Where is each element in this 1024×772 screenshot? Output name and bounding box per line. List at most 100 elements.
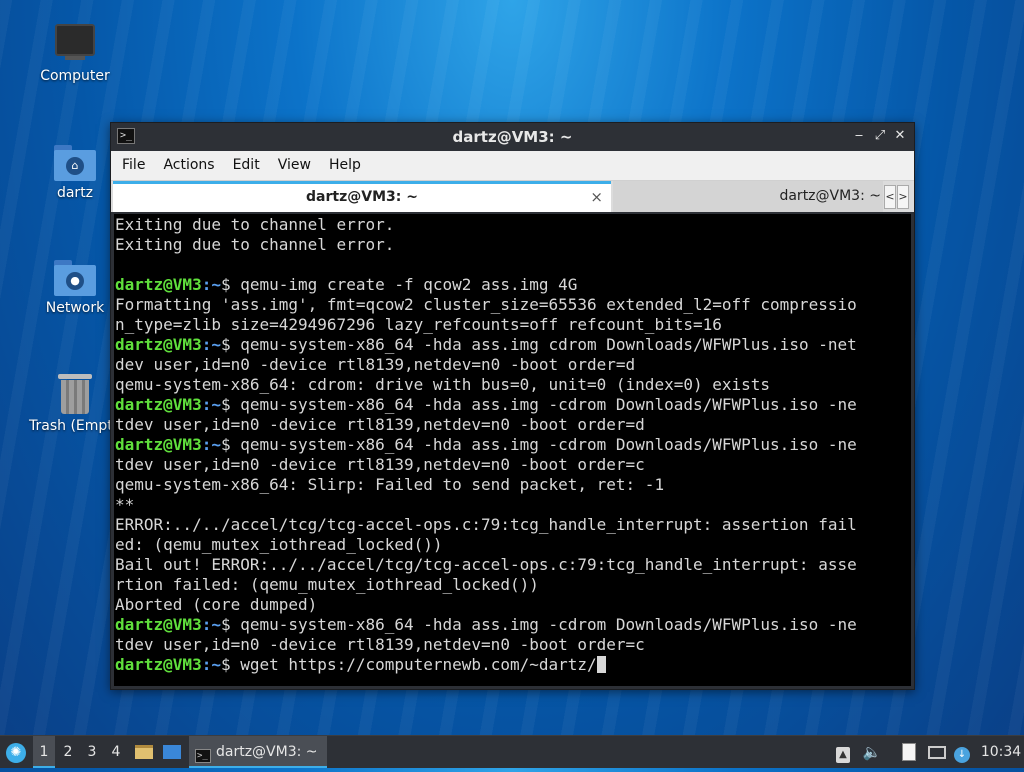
removable-media-button[interactable]: ▲ bbox=[832, 736, 854, 768]
prompt-path: :~ bbox=[201, 335, 221, 354]
terminal-window: >_ dartz@VM3: ~ ‒ ⤢ ✕ File Actions Edit Vie… bbox=[110, 122, 915, 690]
command-text: qemu-system-x86_64 -hda ass.img -cdrom D… bbox=[230, 395, 857, 414]
show-desktop-icon bbox=[163, 745, 181, 759]
command-text: qemu-system-x86_64 -hda ass.img cdrom Do… bbox=[230, 335, 857, 354]
prompt-sign: $ bbox=[220, 435, 231, 454]
prompt-user: dartz@VM3 bbox=[115, 335, 202, 354]
command-text: wget https://computernewb.com/~dartz/ bbox=[230, 655, 597, 674]
tab-label: dartz@VM3: ~ bbox=[779, 188, 881, 204]
text-cursor bbox=[596, 656, 606, 673]
window-titlebar[interactable]: >_ dartz@VM3: ~ ‒ ⤢ ✕ bbox=[111, 123, 914, 151]
terminal-output-line: tdev user,id=n0 -device rtl8139,netdev=n… bbox=[115, 455, 645, 474]
update-icon: ↓ bbox=[954, 747, 970, 763]
terminal-command-line: dartz@VM3:~$ qemu-system-x86_64 -hda ass… bbox=[115, 335, 911, 355]
terminal-output-line: tdev user,id=n0 -device rtl8139,netdev=n… bbox=[115, 635, 645, 654]
terminal-command-line: dartz@VM3:~$ wget https://computernewb.c… bbox=[115, 655, 911, 675]
workspace-4[interactable]: 4 bbox=[105, 736, 127, 768]
tab-bar: dartz@VM3: ~ × dartz@VM3: ~ < > bbox=[111, 181, 914, 212]
close-button[interactable]: ✕ bbox=[891, 127, 909, 145]
volume-icon: 🔈 bbox=[862, 743, 882, 761]
terminal-text: Exiting due to channel error. Exiting due… bbox=[114, 214, 911, 675]
workspace-1[interactable]: 1 bbox=[33, 736, 55, 768]
file-manager-icon bbox=[135, 745, 153, 759]
computer-icon bbox=[55, 24, 95, 60]
prompt-path: :~ bbox=[201, 275, 221, 294]
menu-view[interactable]: View bbox=[269, 151, 320, 180]
desktop-icon-computer[interactable]: Computer bbox=[27, 24, 123, 84]
taskbar: ✺ 1 2 3 4 >_ dartz@VM3: ~ ▲ 🔈 ↓ 10:34 bbox=[0, 735, 1024, 768]
desktop-icon-label: Network bbox=[45, 300, 105, 316]
prompt-sign: $ bbox=[220, 335, 231, 354]
start-menu-button[interactable]: ✺ bbox=[4, 736, 28, 768]
network-folder-icon: ● bbox=[54, 260, 96, 296]
clock[interactable]: 10:34 bbox=[980, 736, 1022, 768]
prompt-sign: $ bbox=[220, 655, 231, 674]
menu-actions[interactable]: Actions bbox=[154, 151, 223, 180]
menu-file[interactable]: File bbox=[111, 151, 154, 180]
file-manager-launcher[interactable] bbox=[132, 736, 156, 768]
prompt-user: dartz@VM3 bbox=[115, 655, 202, 674]
prompt-sign: $ bbox=[220, 275, 231, 294]
minimize-button[interactable]: ‒ bbox=[850, 127, 868, 145]
tab-inactive[interactable]: dartz@VM3: ~ bbox=[613, 181, 883, 212]
task-button-terminal[interactable]: >_ dartz@VM3: ~ bbox=[189, 736, 327, 768]
removable-media-icon: ▲ bbox=[836, 747, 850, 763]
command-text: qemu-system-x86_64 -hda ass.img -cdrom D… bbox=[230, 615, 857, 634]
tab-active[interactable]: dartz@VM3: ~ × bbox=[113, 181, 611, 212]
command-text: qemu-img create -f qcow2 ass.img 4G bbox=[230, 275, 578, 294]
terminal-output-line: Exiting due to channel error. bbox=[115, 235, 395, 254]
terminal-output-line: ERROR:../../accel/tcg/tcg-accel-ops.c:79… bbox=[115, 515, 857, 534]
terminal-output-line: rtion failed: (qemu_mutex_iothread_locke… bbox=[115, 575, 539, 594]
tab-scroll-right-button[interactable]: > bbox=[897, 185, 909, 209]
trash-icon bbox=[58, 374, 92, 414]
workspace-2[interactable]: 2 bbox=[57, 736, 79, 768]
volume-button[interactable]: 🔈 bbox=[861, 736, 883, 768]
clipboard-icon bbox=[902, 743, 916, 761]
terminal-output-line: dev user,id=n0 -device rtl8139,netdev=n0… bbox=[115, 355, 636, 374]
workspace-3[interactable]: 3 bbox=[81, 736, 103, 768]
menu-help[interactable]: Help bbox=[320, 151, 370, 180]
terminal-output[interactable]: Exiting due to channel error. Exiting due… bbox=[114, 214, 911, 686]
menu-edit[interactable]: Edit bbox=[224, 151, 269, 180]
prompt-path: :~ bbox=[201, 435, 221, 454]
terminal-command-line: dartz@VM3:~$ qemu-system-x86_64 -hda ass… bbox=[115, 615, 911, 635]
update-button[interactable]: ↓ bbox=[951, 736, 973, 768]
prompt-path: :~ bbox=[201, 395, 221, 414]
task-label: dartz@VM3: ~ bbox=[216, 744, 318, 760]
terminal-output-line: ed: (qemu_mutex_iothread_locked()) bbox=[115, 535, 443, 554]
terminal-icon: >_ bbox=[195, 749, 211, 763]
desktop-icon-network[interactable]: ● Network bbox=[27, 260, 123, 316]
home-folder-icon: ⌂ bbox=[54, 145, 96, 181]
window-title: dartz@VM3: ~ bbox=[452, 128, 573, 146]
terminal-output-line: Formatting 'ass.img', fmt=qcow2 cluster_… bbox=[115, 295, 857, 314]
terminal-command-line: dartz@VM3:~$ qemu-system-x86_64 -hda ass… bbox=[115, 395, 911, 415]
maximize-button[interactable]: ⤢ bbox=[871, 127, 889, 145]
network-icon bbox=[928, 746, 946, 759]
terminal-command-line: dartz@VM3:~$ qemu-system-x86_64 -hda ass… bbox=[115, 435, 911, 455]
prompt-user: dartz@VM3 bbox=[115, 435, 202, 454]
prompt-path: :~ bbox=[201, 615, 221, 634]
show-desktop-button[interactable] bbox=[160, 736, 184, 768]
desktop-icon-label: Computer bbox=[40, 68, 110, 84]
close-tab-icon[interactable]: × bbox=[590, 184, 603, 211]
desktop-icon-label: Trash (Empt bbox=[29, 418, 113, 434]
prompt-path: :~ bbox=[201, 655, 221, 674]
terminal-output-line: tdev user,id=n0 -device rtl8139,netdev=n… bbox=[115, 415, 645, 434]
command-text: qemu-system-x86_64 -hda ass.img -cdrom D… bbox=[230, 435, 857, 454]
terminal-output-line: ** bbox=[115, 495, 135, 514]
menu-logo-icon: ✺ bbox=[6, 743, 26, 763]
tab-label: dartz@VM3: ~ bbox=[306, 189, 418, 205]
terminal-output-line: n_type=zlib size=4294967296 lazy_refcoun… bbox=[115, 315, 722, 334]
network-button[interactable] bbox=[926, 736, 948, 768]
tab-scroll-left-button[interactable]: < bbox=[884, 185, 896, 209]
prompt-user: dartz@VM3 bbox=[115, 615, 202, 634]
desktop-icon-trash[interactable]: Trash (Empt bbox=[27, 374, 123, 434]
prompt-user: dartz@VM3 bbox=[115, 275, 202, 294]
terminal-output-line: Exiting due to channel error. bbox=[115, 215, 395, 234]
desktop-icon-label: dartz bbox=[56, 185, 94, 201]
prompt-sign: $ bbox=[220, 615, 231, 634]
prompt-sign: $ bbox=[220, 395, 231, 414]
clipboard-button[interactable] bbox=[898, 736, 920, 768]
desktop-icon-home[interactable]: ⌂ dartz bbox=[27, 145, 123, 201]
